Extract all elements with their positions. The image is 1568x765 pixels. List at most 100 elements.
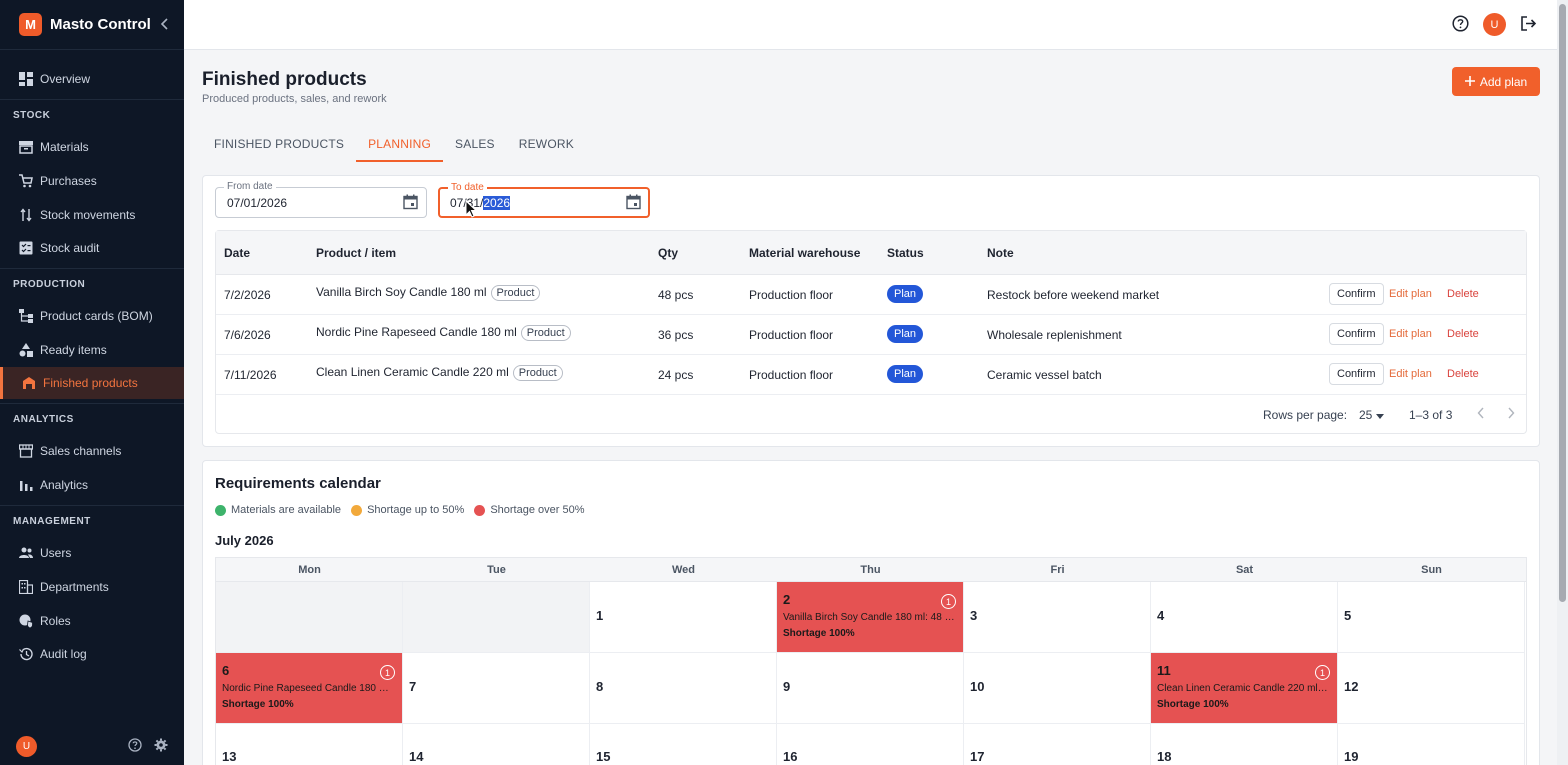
calendar-day-empty [216, 582, 403, 653]
edit-plan-button[interactable]: Edit plan [1389, 288, 1432, 300]
row-note: Ceramic vessel batch [987, 368, 1102, 382]
section-production: PRODUCTION [13, 279, 86, 290]
calendar-day-empty [403, 582, 590, 653]
day-number: 10 [970, 679, 985, 694]
calendar-day[interactable]: 3 [964, 582, 1151, 653]
divider [0, 99, 184, 100]
column-header[interactable]: Qty [658, 246, 678, 260]
sidebar-item-users[interactable]: Users [0, 537, 184, 569]
calendar-day[interactable]: 16 [777, 724, 964, 765]
brand-logo: M [19, 13, 42, 36]
prev-page-button[interactable] [1477, 407, 1485, 422]
sidebar-item-audit-log[interactable]: Audit log [0, 638, 184, 670]
sidebar-item-departments[interactable]: Departments [0, 571, 184, 603]
row-note: Restock before weekend market [987, 288, 1160, 302]
tabs: FINISHED PRODUCTS PLANNING SALES REWORK [202, 128, 586, 162]
column-header[interactable]: Status [887, 246, 924, 260]
sidebar-item-ready-items[interactable]: Ready items [0, 334, 184, 366]
confirm-button[interactable]: Confirm [1329, 283, 1384, 305]
weekday: Thu [860, 564, 881, 576]
swap-icon [18, 207, 34, 223]
to-date-label: To date [448, 182, 487, 193]
sidebar-item-label: Departments [40, 580, 109, 594]
sidebar-item-overview[interactable]: Overview [0, 63, 184, 95]
weekday: Wed [671, 564, 696, 576]
scrollbar-thumb[interactable] [1559, 4, 1566, 602]
calendar-day[interactable]: 4 [1151, 582, 1338, 653]
tab-sales[interactable]: SALES [443, 128, 507, 162]
brand-title: Masto Control [50, 16, 151, 33]
confirm-button[interactable]: Confirm [1329, 363, 1384, 385]
calendar-day-shortage[interactable]: 11 1 Clean Linen Ceramic Candle 220 ml: … [1151, 653, 1338, 724]
day-number: 11 [1157, 663, 1171, 678]
calendar-icon[interactable] [403, 194, 418, 213]
sidebar-item-stock-audit[interactable]: Stock audit [0, 232, 184, 264]
sidebar-item-product-cards[interactable]: Product cards (BOM) [0, 300, 184, 332]
column-header[interactable]: Date [224, 246, 250, 260]
product-chip: Product [520, 325, 571, 341]
table-row: 7/2/2026 Vanilla Birch Soy Candle 180 ml… [216, 275, 1526, 315]
calendar-icon[interactable] [626, 194, 641, 213]
calendar-day-shortage[interactable]: 2 1 Vanilla Birch Soy Candle 180 ml: 48 … [777, 582, 964, 653]
sidebar-item-materials[interactable]: Materials [0, 131, 184, 163]
sidebar-item-label: Finished products [43, 376, 138, 390]
calendar-day[interactable]: 17 [964, 724, 1151, 765]
sidebar-item-stock-movements[interactable]: Stock movements [0, 199, 184, 231]
column-header[interactable]: Note [987, 246, 1014, 260]
rows-per-page-select[interactable]: 25 [1359, 408, 1384, 422]
sidebar-item-roles[interactable]: Roles [0, 605, 184, 637]
shapes-icon [18, 342, 34, 358]
column-header[interactable]: Material warehouse [749, 246, 860, 260]
section-stock: STOCK [13, 110, 51, 121]
delete-button[interactable]: Delete [1447, 368, 1479, 380]
calendar-day[interactable]: 8 [590, 653, 777, 724]
add-plan-button[interactable]: Add plan [1452, 67, 1540, 96]
sidebar-item-label: Users [40, 546, 72, 560]
confirm-button[interactable]: Confirm [1329, 323, 1384, 345]
next-page-button[interactable] [1507, 407, 1515, 422]
help-icon[interactable] [1452, 14, 1469, 35]
edit-plan-button[interactable]: Edit plan [1389, 368, 1432, 380]
delete-button[interactable]: Delete [1447, 288, 1479, 300]
calendar-day[interactable]: 5 [1338, 582, 1525, 653]
tab-finished-products[interactable]: FINISHED PRODUCTS [202, 128, 356, 162]
row-qty: 36 pcs [658, 328, 694, 342]
row-date: 7/6/2026 [224, 328, 271, 342]
calendar-day[interactable]: 15 [590, 724, 777, 765]
sidebar-item-label: Overview [40, 72, 91, 86]
delete-button[interactable]: Delete [1447, 328, 1479, 340]
sidebar-item-finished-products[interactable]: Finished products [0, 367, 184, 399]
brand: M Masto Control [0, 0, 184, 50]
sidebar-item-label: Audit log [40, 647, 87, 661]
legend-item: Materials are available [215, 504, 341, 516]
edit-plan-button[interactable]: Edit plan [1389, 328, 1432, 340]
calendar-day[interactable]: 1 [590, 582, 777, 653]
collapse-sidebar-button[interactable] [160, 17, 170, 33]
avatar[interactable]: U [1483, 13, 1506, 36]
calendar-day[interactable]: 19 [1338, 724, 1525, 765]
calendar-day[interactable]: 12 [1338, 653, 1525, 724]
calendar-day[interactable]: 18 [1151, 724, 1338, 765]
column-header[interactable]: Product / item [316, 246, 396, 260]
calendar-day-shortage[interactable]: 6 1 Nordic Pine Rapeseed Candle 180 ml: … [216, 653, 403, 724]
calendar-day[interactable]: 14 [403, 724, 590, 765]
shortage-label: Shortage 100% [783, 628, 855, 639]
sidebar-item-sales-channels[interactable]: Sales channels [0, 435, 184, 467]
calendar-day[interactable]: 13 [216, 724, 403, 765]
from-date-field[interactable]: From date 07/01/2026 [215, 181, 427, 218]
sidebar-item-label: Roles [40, 614, 71, 628]
calendar-day[interactable]: 7 [403, 653, 590, 724]
calendar-day[interactable]: 9 [777, 653, 964, 724]
avatar[interactable]: U [16, 735, 37, 757]
legend-dot [474, 504, 486, 516]
tab-planning[interactable]: PLANNING [356, 128, 444, 162]
sidebar-footer: U [0, 727, 184, 765]
page-scrollbar[interactable] [1557, 0, 1568, 765]
logout-icon[interactable] [1520, 15, 1537, 35]
gear-icon[interactable] [154, 738, 168, 755]
sidebar-item-purchases[interactable]: Purchases [0, 165, 184, 197]
help-icon[interactable] [128, 737, 142, 755]
sidebar-item-analytics[interactable]: Analytics [0, 469, 184, 501]
calendar-day[interactable]: 10 [964, 653, 1151, 724]
tab-rework[interactable]: REWORK [507, 128, 586, 162]
